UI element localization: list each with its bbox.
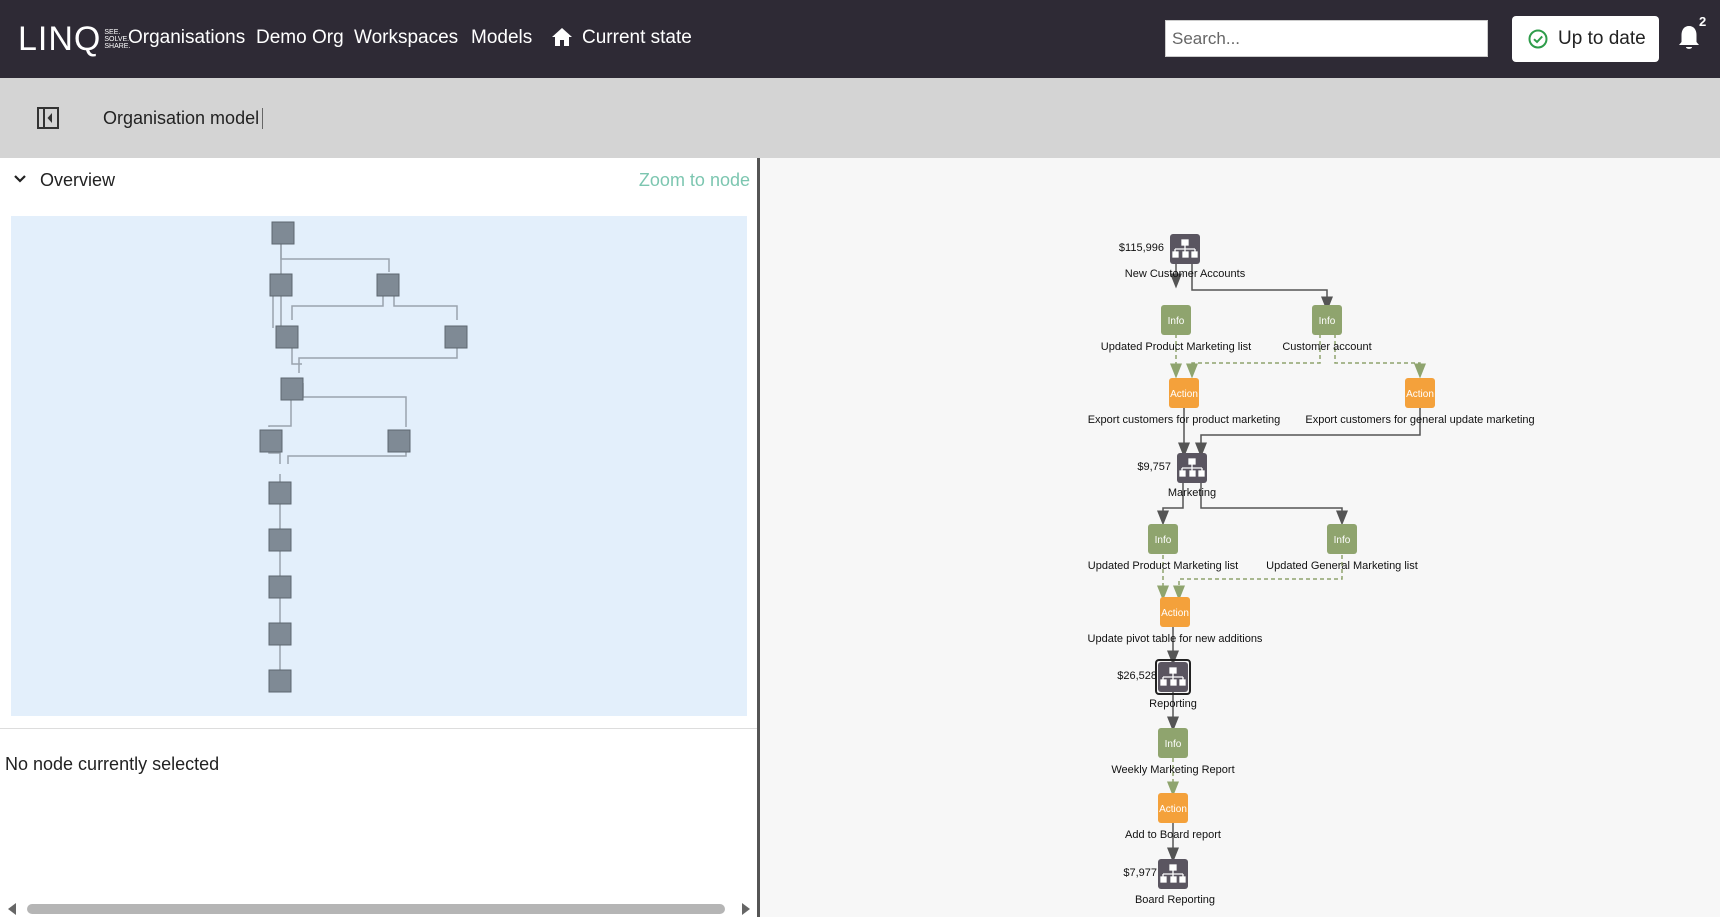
nav-models[interactable]: Models (471, 27, 532, 49)
node-label: Updated General Marketing list (1266, 560, 1418, 572)
nav-organisations[interactable]: Organisations (128, 27, 245, 49)
node-label: Marketing (1168, 487, 1216, 499)
node-label: Add to Board report (1125, 829, 1221, 841)
node-value: $115,996 (1119, 242, 1164, 254)
node-label: Export customers for product marketing (1088, 414, 1281, 426)
minimap-edges (268, 241, 458, 691)
notification-count-badge: 2 (1699, 14, 1707, 29)
node-badge: Info (1319, 316, 1336, 327)
graph-node-reporting[interactable]: $26,528 Reporting (1117, 659, 1197, 710)
overview-header[interactable]: Overview Zoom to node (0, 158, 757, 206)
graph-node-new-customer-accounts[interactable]: $115,996 New Customer Accounts (1119, 234, 1246, 280)
node-label: Export customers for general update mark… (1305, 414, 1534, 426)
node-badge: Action (1159, 804, 1187, 815)
node-badge: Action (1161, 608, 1189, 619)
node-details-empty: No node currently selected (5, 754, 220, 774)
model-title[interactable]: Organisation model (103, 108, 264, 129)
node-label: Customer account (1282, 341, 1371, 353)
node-badge: Action (1406, 389, 1434, 400)
home-icon[interactable] (552, 28, 572, 46)
search-input[interactable] (1165, 20, 1488, 57)
node-badge: Info (1155, 535, 1172, 546)
logo-wordmark: LINQ (18, 20, 102, 58)
node-badge: Info (1334, 535, 1351, 546)
logo-tagline: SEE. SOLVE. SHARE. (104, 28, 131, 50)
horizontal-scrollbar[interactable] (27, 904, 725, 914)
node-badge: Info (1165, 739, 1182, 750)
model-toolbar: Organisation model (0, 78, 1720, 158)
node-label: Weekly Marketing Report (1111, 764, 1234, 776)
node-value: $7,977 (1123, 867, 1157, 879)
bell-icon[interactable] (1677, 24, 1701, 52)
scroll-left-arrow-icon[interactable] (8, 903, 16, 915)
overview-label: Overview (40, 170, 116, 190)
node-label: New Customer Accounts (1125, 268, 1246, 280)
nav-current-state[interactable]: Current state (582, 27, 692, 49)
node-badge: Info (1168, 316, 1185, 327)
graph-node-updated-product-marketing-list[interactable]: Info Updated Product Marketing list (1101, 305, 1251, 353)
node-label: Update pivot table for new additions (1088, 633, 1263, 645)
node-label: Updated Product Marketing list (1088, 560, 1238, 572)
graph-node-update-pivot-table[interactable]: Action Update pivot table for new additi… (1088, 597, 1263, 645)
check-circle-icon (1528, 29, 1548, 49)
linq-logo[interactable]: LINQ SEE. SOLVE. SHARE. (18, 22, 130, 56)
node-value: $26,528 (1117, 670, 1157, 682)
graph-node-customer-account[interactable]: Info Customer account (1282, 305, 1372, 353)
graph-node-updated-general-marketing-list[interactable]: Info Updated General Marketing list (1266, 524, 1418, 572)
collapse-panel-icon[interactable] (37, 107, 59, 129)
node-value: $9,757 (1137, 461, 1171, 473)
graph-node-marketing[interactable]: $9,757 Marketing (1137, 453, 1216, 499)
graph-node-export-customers-general-update[interactable]: Action Export customers for general upda… (1305, 378, 1535, 426)
node-label: Reporting (1149, 698, 1197, 710)
up-to-date-label: Up to date (1558, 28, 1646, 49)
model-graph: $115,996 New Customer Accounts Info Upda… (1088, 234, 1535, 906)
graph-node-board-reporting[interactable]: $7,977 Board Reporting (1123, 859, 1215, 906)
minimap-nodes (259, 221, 468, 693)
node-label: Board Reporting (1135, 894, 1215, 906)
graph-node-add-to-board-report[interactable]: Action Add to Board report (1125, 793, 1221, 841)
node-badge: Action (1170, 389, 1198, 400)
panel-separator (0, 728, 757, 729)
left-panel: Overview Zoom to node No node currently … (0, 158, 757, 917)
zoom-to-node-link[interactable]: Zoom to node (639, 170, 750, 191)
nav-workspaces[interactable]: Workspaces (354, 27, 458, 49)
up-to-date-button[interactable]: Up to date (1512, 16, 1659, 62)
graph-node-updated-product-marketing-list-2[interactable]: Info Updated Product Marketing list (1088, 524, 1238, 572)
nav-demo-org[interactable]: Demo Org (256, 27, 344, 49)
node-label: Updated Product Marketing list (1101, 341, 1251, 353)
graph-node-export-customers-product-marketing[interactable]: Action Export customers for product mark… (1088, 378, 1281, 426)
model-canvas[interactable]: $115,996 New Customer Accounts Info Upda… (760, 158, 1720, 917)
chevron-down-icon[interactable] (13, 174, 27, 184)
graph-node-weekly-marketing-report[interactable]: Info Weekly Marketing Report (1111, 728, 1235, 776)
scroll-right-arrow-icon[interactable] (742, 903, 750, 915)
top-navbar: LINQ SEE. SOLVE. SHARE. Organisations De… (0, 0, 1720, 78)
overview-minimap[interactable] (11, 216, 747, 716)
minimap-graph (259, 221, 468, 693)
